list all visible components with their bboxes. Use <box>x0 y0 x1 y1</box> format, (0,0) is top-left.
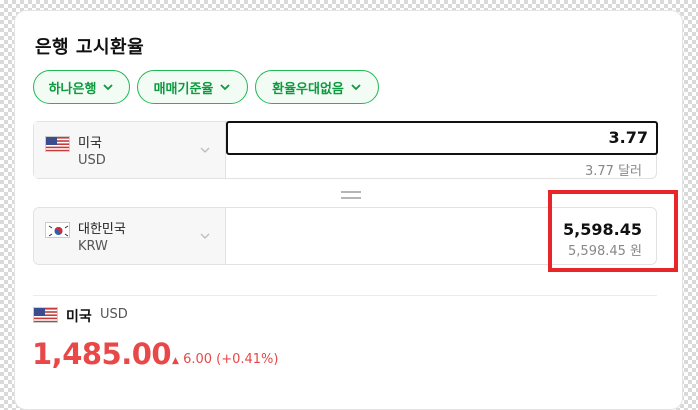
rate-type-select-button[interactable]: 매매기준율 <box>137 70 248 104</box>
up-arrow-icon: ▲ <box>172 356 179 366</box>
page-title: 은행 고시환율 <box>35 37 145 58</box>
chevron-down-icon <box>103 84 114 91</box>
from-currency-row: 미국 USD 3.77 3.77 달러 <box>33 121 658 179</box>
us-flag-icon <box>33 307 58 323</box>
from-country-name: 미국 <box>78 136 102 151</box>
rate-change-value: 6.00 (+0.41%) <box>183 352 279 367</box>
chevron-down-icon <box>220 84 231 91</box>
from-currency-select[interactable]: 미국 USD <box>34 122 226 178</box>
rate-currency-code: USD <box>100 307 128 322</box>
rate-change: ▲ 6.00 (+0.41%) <box>172 352 278 367</box>
to-country-name: 대한민국 <box>78 222 126 237</box>
chevron-down-icon <box>200 233 210 239</box>
divider <box>33 295 657 296</box>
to-currency-code: KRW <box>78 239 108 254</box>
exchange-rate-value: 1,485.00 <box>32 337 172 371</box>
bank-select-button[interactable]: 하나은행 <box>33 70 130 104</box>
us-flag-icon <box>45 136 70 152</box>
chevron-down-icon <box>351 84 361 91</box>
rate-country-name: 미국 <box>66 309 92 325</box>
from-amount-input[interactable]: 3.77 <box>226 121 658 155</box>
from-currency-code: USD <box>78 153 106 168</box>
chevron-down-icon <box>200 147 210 153</box>
rate-type-label: 매매기준율 <box>153 81 214 97</box>
preferential-rate-select-button[interactable]: 환율우대없음 <box>255 70 379 104</box>
preferential-rate-label: 환율우대없음 <box>272 81 344 97</box>
highlight-box <box>548 190 678 272</box>
to-currency-select[interactable]: 대한민국 KRW <box>34 208 226 264</box>
kr-flag-icon <box>45 222 70 238</box>
from-amount-text: 3.77 달러 <box>585 164 642 179</box>
equals-icon <box>341 191 361 199</box>
bank-select-label: 하나은행 <box>48 81 97 97</box>
